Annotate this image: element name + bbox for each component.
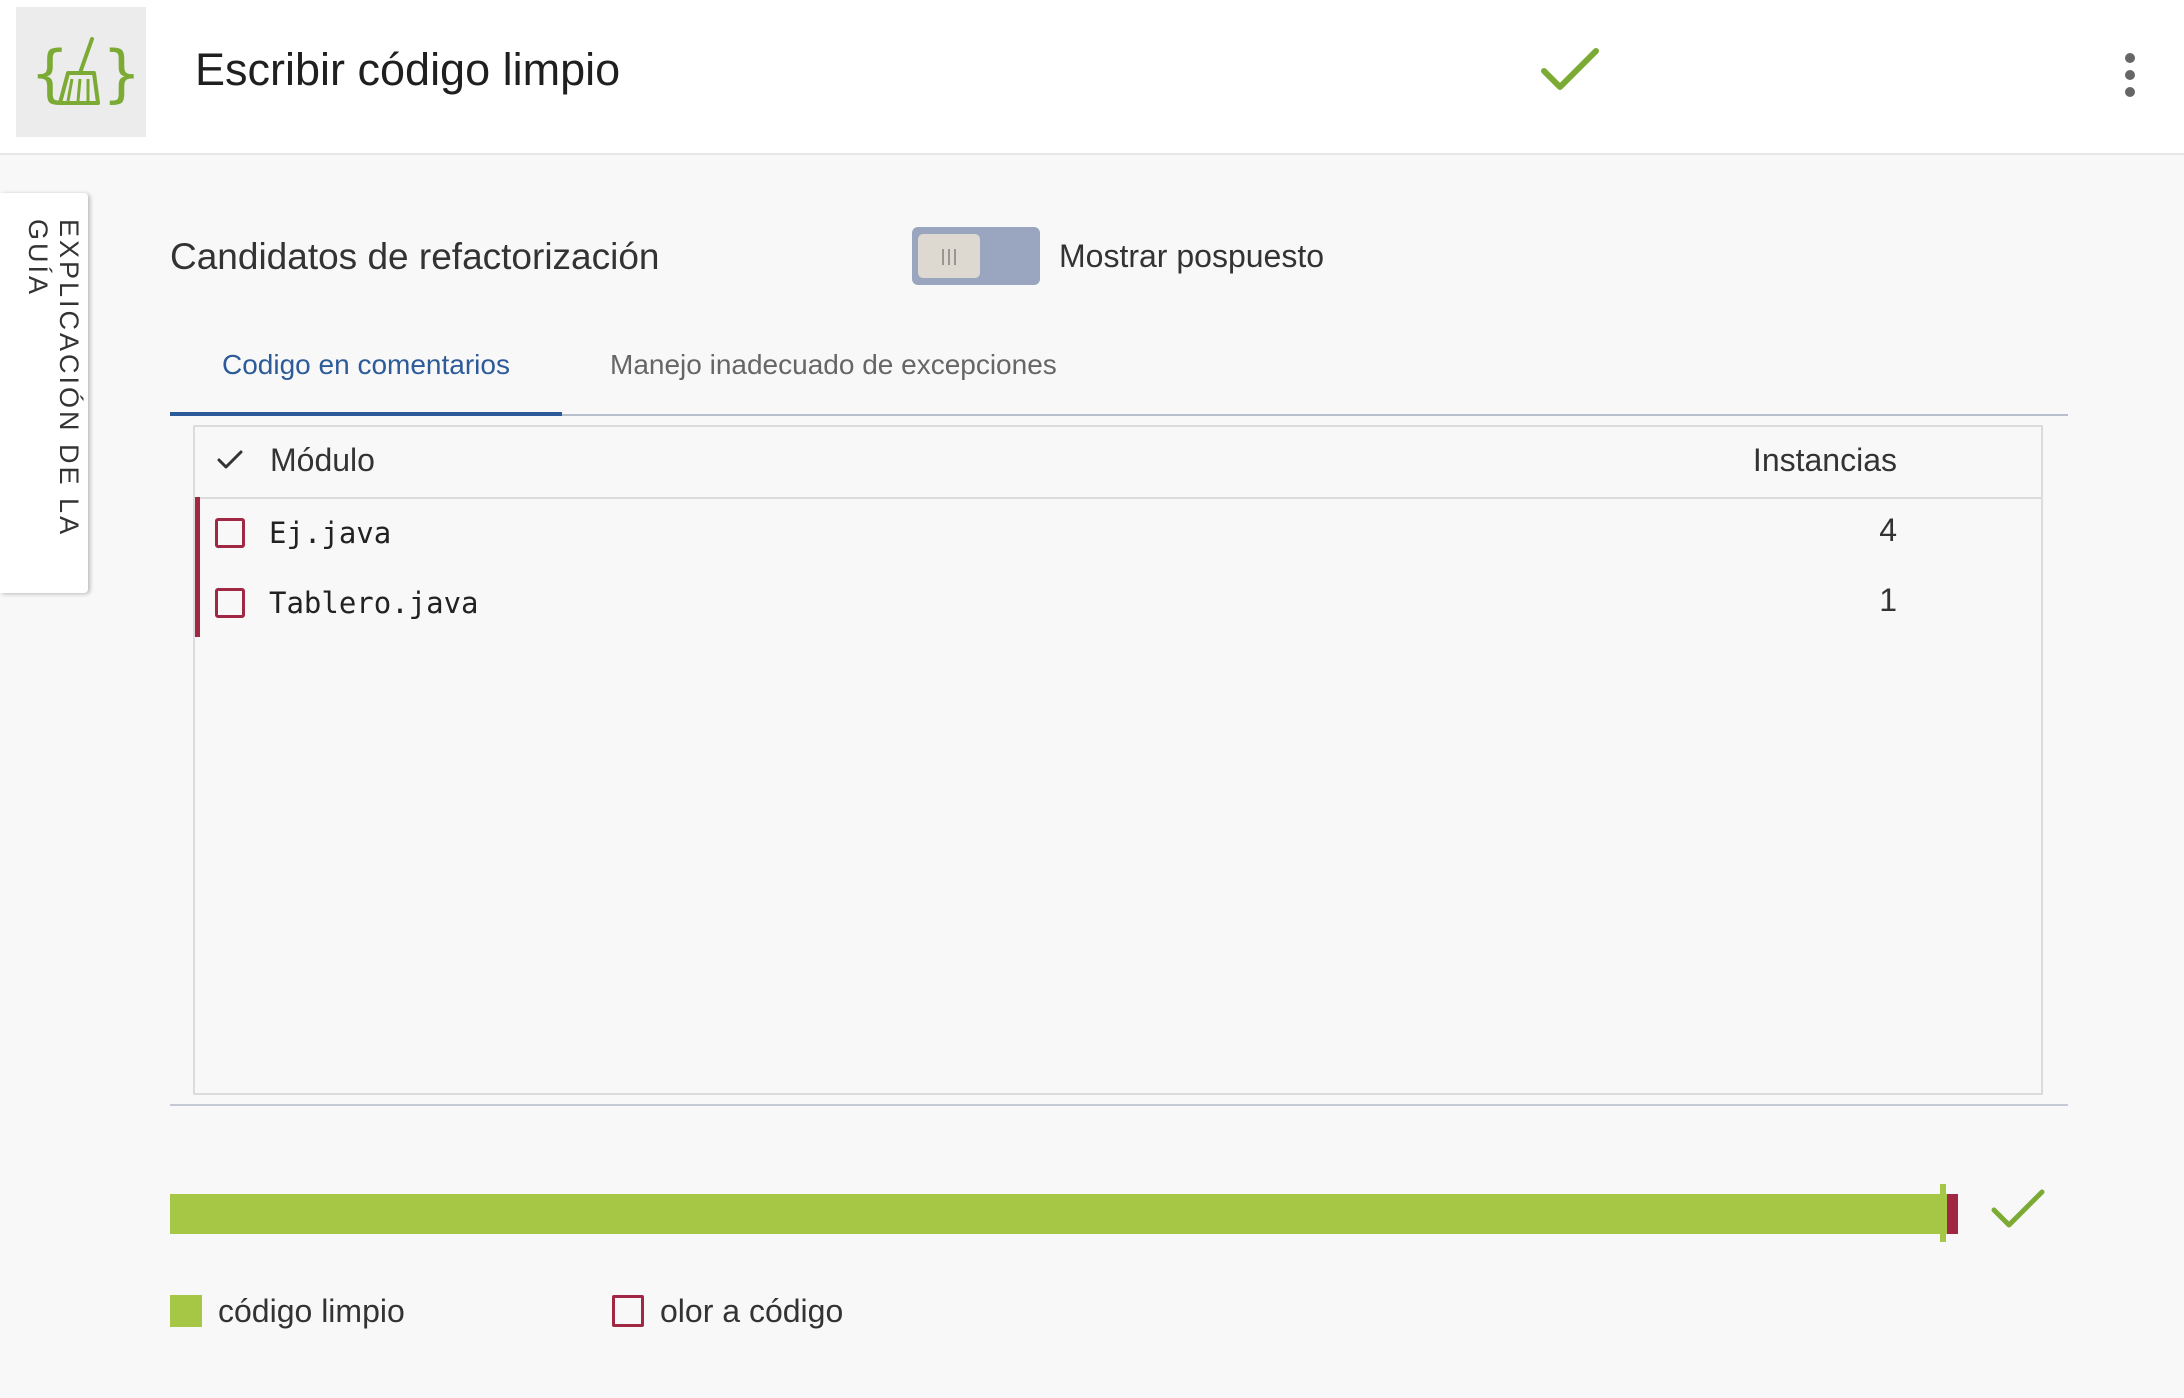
candidates-table: Módulo Instancias Ej.java 4 Tablero.java… xyxy=(193,425,2043,1095)
instance-count: 4 xyxy=(1879,512,1897,548)
knob-grip-line xyxy=(948,249,950,265)
clean-code-progress-bar xyxy=(170,1194,1958,1234)
knob-grip-line xyxy=(942,249,944,265)
table-row[interactable]: Tablero.java 1 xyxy=(195,567,2041,637)
legend-label-smell: olor a código xyxy=(660,1293,844,1329)
column-header-module[interactable]: Módulo xyxy=(270,442,375,479)
kebab-dot xyxy=(2125,53,2135,63)
knob-grip-line xyxy=(954,249,956,265)
row-checkbox[interactable] xyxy=(215,518,245,548)
column-header-instances[interactable]: Instancias xyxy=(1753,442,1897,479)
row-checkbox[interactable] xyxy=(215,588,245,618)
legend-swatch-clean xyxy=(170,1295,202,1327)
candidate-tabs: Codigo en comentarios Manejo inadecuado … xyxy=(170,330,2068,416)
module-name: Ej.java xyxy=(269,516,392,550)
guide-explanation-label: EXPLICACIÓN DE LA GUÍA xyxy=(23,219,84,536)
clean-code-logo-icon: { } xyxy=(16,7,146,137)
legend-label-clean: código limpio xyxy=(218,1293,405,1329)
module-name: Tablero.java xyxy=(269,586,479,620)
page-title: Escribir código limpio xyxy=(195,44,621,95)
kebab-dot xyxy=(2125,87,2135,97)
instance-count: 1 xyxy=(1879,582,1897,618)
show-postponed-label: Mostrar pospuesto xyxy=(1059,238,1325,274)
app-header: { } Escribir código limpio xyxy=(0,0,2184,155)
guide-explanation-tab[interactable]: EXPLICACIÓN DE LA GUÍA xyxy=(0,193,88,593)
legend-swatch-smell xyxy=(612,1295,644,1327)
clean-code-progress-fill xyxy=(170,1194,1948,1234)
show-postponed-toggle[interactable] xyxy=(912,227,1040,285)
table-row[interactable]: Ej.java 4 xyxy=(195,497,2041,567)
checkmark-icon xyxy=(1540,45,1600,100)
toggle-knob[interactable] xyxy=(918,234,980,278)
section-title: Candidatos de refactorización xyxy=(170,236,660,277)
kebab-menu-icon[interactable] xyxy=(2118,48,2142,102)
table-header: Módulo Instancias xyxy=(195,427,2041,499)
progress-goal-marker xyxy=(1940,1184,1946,1242)
checkmark-icon xyxy=(1990,1186,2046,1237)
svg-text:{: { xyxy=(30,37,69,110)
smell-indicator-bar xyxy=(195,497,200,567)
svg-text:}: } xyxy=(102,37,141,110)
tab-commented-code[interactable]: Codigo en comentarios xyxy=(170,330,562,412)
select-all-check-icon[interactable] xyxy=(217,449,243,476)
tab-exception-handling[interactable]: Manejo inadecuado de excepciones xyxy=(610,330,1057,412)
table-divider xyxy=(170,1104,2068,1106)
active-tab-indicator xyxy=(170,412,562,416)
smell-indicator-bar xyxy=(195,567,200,637)
kebab-dot xyxy=(2125,70,2135,80)
